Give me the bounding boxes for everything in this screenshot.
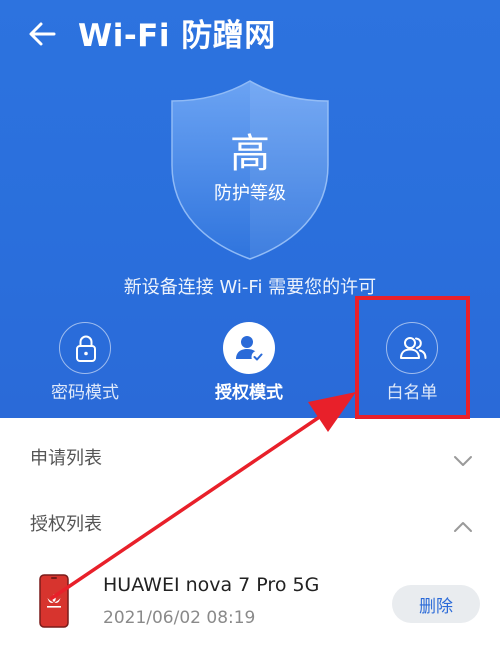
lock-icon xyxy=(76,335,96,362)
auth-list-title: 授权列表 xyxy=(30,514,102,535)
back-arrow-icon[interactable] xyxy=(24,14,64,54)
protection-level-label: 防护等级 xyxy=(214,183,286,204)
huawei-phone-icon xyxy=(39,574,69,628)
chevron-down-icon xyxy=(454,456,472,466)
device-auth-time: 2021/06/02 08:19 xyxy=(103,608,256,628)
page-title: Wi-Fi 防蹭网 xyxy=(78,18,276,54)
mode-authorization-label: 授权模式 xyxy=(215,383,283,403)
auth-list-section[interactable]: 授权列表 xyxy=(0,498,500,554)
authorization-mode-circle xyxy=(223,322,275,374)
delete-device-button[interactable]: 删除 xyxy=(392,585,480,623)
apply-list-title: 申请列表 xyxy=(30,448,102,469)
device-name: HUAWEI nova 7 Pro 5G xyxy=(103,574,320,596)
apply-list-section[interactable]: 申请列表 xyxy=(0,432,500,488)
annotation-highlight-box xyxy=(355,296,470,419)
chevron-up-icon xyxy=(454,522,472,532)
protection-level-value: 高 xyxy=(230,131,270,177)
mode-password-label: 密码模式 xyxy=(51,383,119,403)
mode-password[interactable]: 密码模式 xyxy=(16,322,156,408)
user-check-icon xyxy=(236,336,265,364)
password-mode-circle xyxy=(59,322,111,374)
mode-authorization[interactable]: 授权模式 xyxy=(180,322,320,408)
